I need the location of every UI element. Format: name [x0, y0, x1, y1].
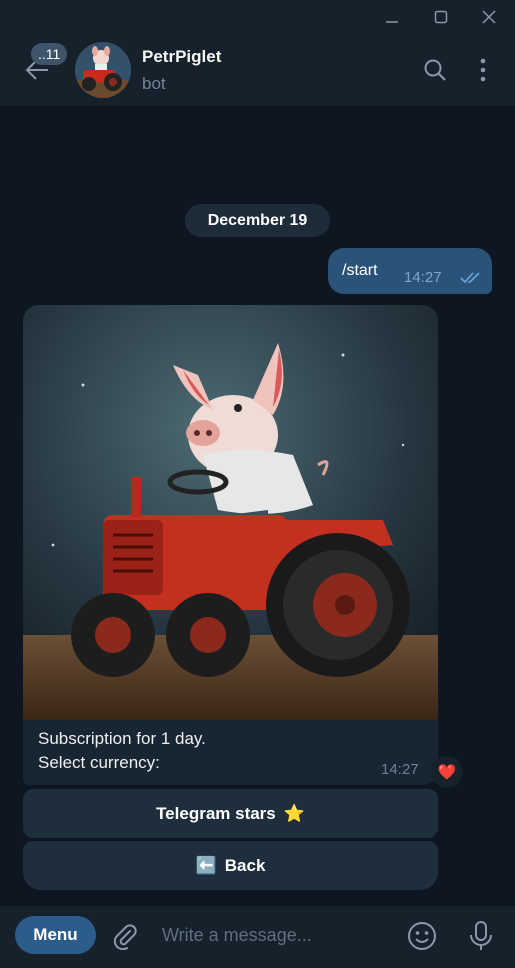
message-text: /start — [342, 262, 378, 279]
pig-on-tractor-image[interactable] — [23, 305, 438, 720]
incoming-message[interactable]: Subscription for 1 day. Select currency:… — [23, 305, 438, 785]
double-check-icon — [460, 272, 480, 284]
button-label: Telegram stars — [156, 803, 276, 823]
telegram-stars-button[interactable]: Telegram stars ⭐ — [23, 789, 438, 838]
outgoing-message[interactable]: /start 14:27 — [328, 248, 492, 294]
back-button[interactable]: ⬅️ Back — [23, 841, 438, 890]
search-icon[interactable] — [421, 56, 449, 84]
caption-line-1: Subscription for 1 day. — [38, 729, 206, 748]
caption-line-2: Select currency: — [38, 753, 160, 772]
chat-header: ..11 PetrPiglet bot — [0, 34, 515, 107]
chat-name[interactable]: PetrPiglet — [142, 47, 221, 67]
avatar[interactable] — [75, 42, 131, 98]
emoji-icon[interactable] — [406, 920, 438, 952]
message-time: 14:27 — [404, 269, 442, 286]
unread-count-badge: ..11 — [31, 43, 68, 65]
more-options-icon[interactable] — [469, 56, 497, 84]
date-separator: December 19 — [185, 204, 330, 237]
minimize-icon[interactable] — [369, 0, 415, 34]
message-composer: Menu — [0, 905, 515, 968]
chat-status: bot — [142, 74, 166, 93]
left-arrow-icon: ⬅️ — [195, 855, 217, 875]
microphone-icon[interactable] — [465, 920, 497, 952]
message-input[interactable] — [152, 918, 412, 952]
attach-icon[interactable] — [108, 920, 140, 952]
menu-button[interactable]: Menu — [15, 916, 96, 954]
star-icon: ⭐ — [283, 803, 305, 823]
window-titlebar — [0, 0, 515, 34]
message-time: 14:27 — [381, 761, 419, 778]
heart-reaction[interactable]: ❤️ — [431, 756, 463, 788]
heart-icon: ❤️ — [437, 764, 457, 781]
button-label: Back — [224, 855, 266, 875]
close-icon[interactable] — [466, 0, 512, 34]
maximize-icon[interactable] — [418, 0, 464, 34]
